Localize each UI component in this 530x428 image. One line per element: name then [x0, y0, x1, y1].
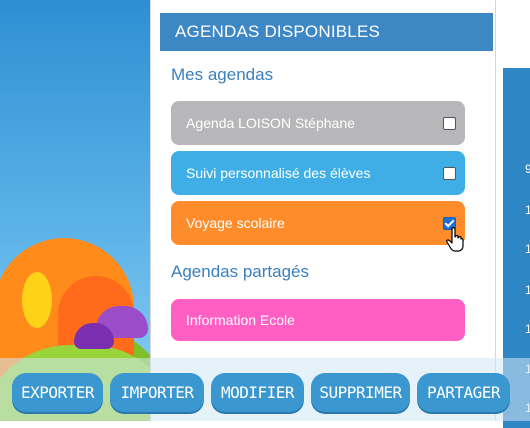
hour-label: 1 [525, 322, 530, 336]
agenda-label: Voyage scolaire [186, 215, 285, 231]
agenda-label: Information Ecole [186, 312, 295, 328]
modify-button[interactable]: MODIFIER [211, 373, 304, 412]
shared-agendas-heading: Agendas partagés [171, 262, 309, 281]
my-agendas-heading: Mes agendas [171, 65, 274, 84]
agenda-label: Agenda LOISON Stéphane [186, 115, 355, 131]
hand-cursor-icon [446, 227, 464, 252]
hour-label: 9 [525, 162, 530, 176]
panel-title: AGENDAS DISPONIBLES [160, 13, 493, 51]
agenda-checkbox[interactable] [443, 117, 456, 130]
export-button[interactable]: EXPORTER [12, 373, 103, 412]
yellow-spot [22, 272, 52, 328]
agenda-item-voyage[interactable]: Voyage scolaire [171, 201, 465, 245]
import-button[interactable]: IMPORTER [110, 373, 204, 412]
hour-label: 1 [525, 242, 530, 256]
delete-button[interactable]: SUPPRIMER [311, 373, 410, 412]
hour-label: 1 [525, 203, 530, 217]
agenda-label: Suivi personnalisé des élèves [186, 165, 371, 181]
agenda-item-information-ecole[interactable]: Information Ecole [171, 299, 465, 341]
agenda-checkbox[interactable] [443, 167, 456, 180]
agenda-item-loison[interactable]: Agenda LOISON Stéphane [171, 101, 465, 145]
share-button[interactable]: PARTAGER [417, 373, 510, 412]
hour-label: 1 [525, 283, 530, 297]
agenda-item-suivi[interactable]: Suivi personnalisé des élèves [171, 151, 465, 195]
